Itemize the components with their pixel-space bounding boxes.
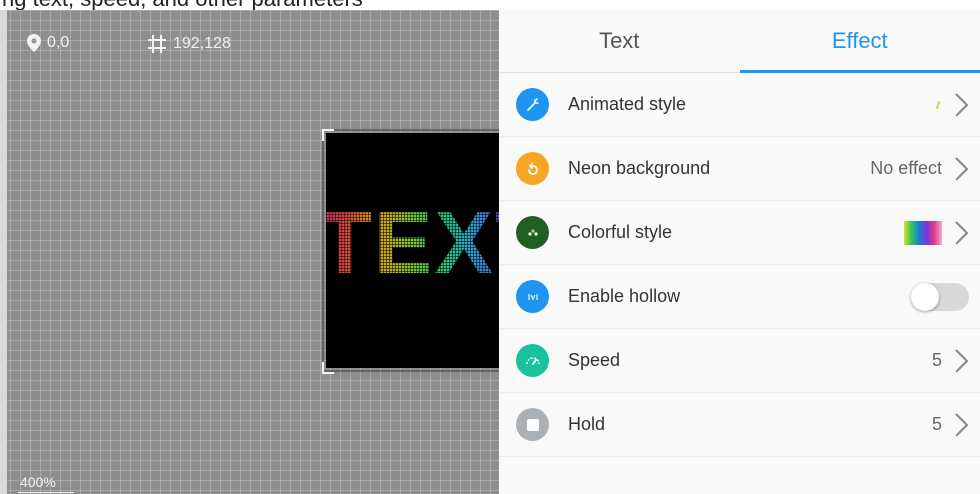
size-readout-value: 192,128 bbox=[173, 35, 231, 52]
colorful-style-preview bbox=[904, 201, 942, 264]
location-pin-icon bbox=[27, 34, 41, 52]
speedometer-icon bbox=[516, 344, 549, 377]
top-strip-text: ng text, speed, and other parameters bbox=[2, 0, 363, 10]
chevron-right-icon bbox=[955, 221, 969, 245]
hold-row[interactable]: Hold 5 bbox=[499, 393, 980, 457]
animated-style-label: Animated style bbox=[568, 94, 687, 114]
size-readout: 192,128 bbox=[147, 34, 231, 54]
speed-label: Speed bbox=[568, 350, 621, 370]
neon-background-label: Neon background bbox=[568, 158, 711, 178]
led-preview[interactable]: TEXT bbox=[326, 133, 499, 368]
tab-text-label: Text bbox=[599, 28, 640, 53]
crop-grid-icon bbox=[148, 35, 166, 53]
colorful-style-label: Colorful style bbox=[568, 222, 673, 242]
settings-list: Animated style Neon background No effect… bbox=[499, 73, 980, 457]
neon-background-value: No effect bbox=[870, 158, 942, 178]
hollow-frame-icon bbox=[516, 280, 549, 313]
top-strip: ng text, speed, and other parameters bbox=[0, 0, 980, 10]
zoom-scale-bar bbox=[18, 492, 74, 493]
animated-style-preview bbox=[934, 73, 942, 136]
chevron-right-icon bbox=[955, 157, 969, 181]
led-preview-text: TEXT bbox=[326, 199, 499, 287]
enable-hollow-label: Enable hollow bbox=[568, 286, 681, 306]
magic-wand-icon bbox=[516, 88, 549, 121]
speed-row[interactable]: Speed 5 bbox=[499, 329, 980, 393]
resize-handle-top-left[interactable] bbox=[322, 129, 334, 141]
palette-icon bbox=[516, 216, 549, 249]
settings-panel: Text Effect Animated style Neon backgrou… bbox=[499, 10, 980, 494]
position-readout: 0,0 bbox=[27, 34, 69, 52]
rotate-icon bbox=[516, 152, 549, 185]
enable-hollow-row: Enable hollow bbox=[499, 265, 980, 329]
speed-value: 5 bbox=[931, 350, 942, 370]
canvas-edge bbox=[0, 10, 7, 494]
colorful-style-row[interactable]: Colorful style bbox=[499, 201, 980, 265]
zoom-indicator: 400% bbox=[18, 474, 74, 493]
chevron-right-icon bbox=[955, 93, 969, 117]
stop-icon bbox=[516, 408, 549, 441]
neon-background-row[interactable]: Neon background No effect bbox=[499, 137, 980, 201]
animated-style-swatch bbox=[935, 100, 941, 109]
tab-text[interactable]: Text bbox=[499, 10, 740, 72]
animated-style-row[interactable]: Animated style bbox=[499, 73, 980, 137]
position-readout-value: 0,0 bbox=[47, 34, 70, 51]
enable-hollow-toggle[interactable] bbox=[911, 283, 969, 311]
resize-handle-bottom-left[interactable] bbox=[322, 362, 334, 374]
tab-bar: Text Effect bbox=[499, 10, 980, 73]
toggle-knob bbox=[911, 283, 939, 311]
chevron-right-icon bbox=[955, 413, 969, 437]
chevron-right-icon bbox=[955, 349, 969, 373]
tab-effect[interactable]: Effect bbox=[739, 10, 980, 73]
hold-value: 5 bbox=[931, 414, 942, 434]
colorful-style-swatch bbox=[904, 220, 942, 245]
hold-label: Hold bbox=[568, 414, 606, 434]
tab-effect-label: Effect bbox=[831, 28, 888, 53]
zoom-level: 400% bbox=[20, 474, 56, 490]
